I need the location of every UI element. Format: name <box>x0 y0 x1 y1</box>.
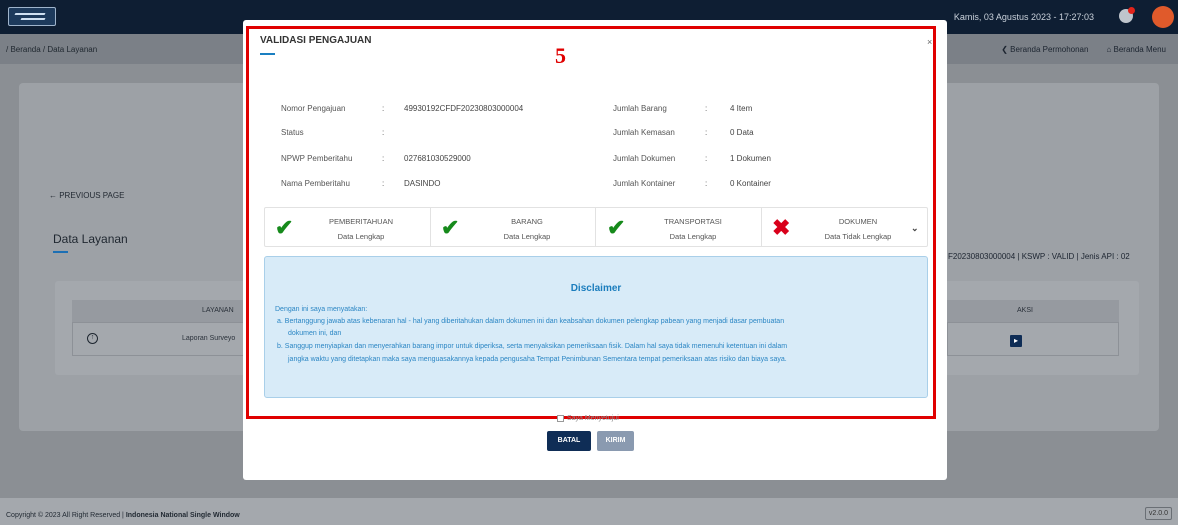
user-avatar[interactable] <box>1152 6 1174 28</box>
notification-badge <box>1128 7 1135 14</box>
table-header-layanan: LAYANAN <box>72 300 248 322</box>
agree-label: Saya Menyetujui <box>567 415 619 422</box>
version-badge: v2.0.0 <box>1144 507 1172 520</box>
previous-page-link[interactable]: ← PREVIOUS PAGE <box>49 191 124 200</box>
footer-org: Indonesia National Single Window <box>125 512 240 519</box>
annotation-highlight-box <box>246 26 936 419</box>
kirim-button[interactable]: KIRIM <box>597 431 634 451</box>
column-header: AKSI <box>1017 307 1033 314</box>
action-arrow-button[interactable]: ▸ <box>1010 335 1022 347</box>
batal-button[interactable]: BATAL <box>547 431 591 451</box>
submission-info-text: F20230803000004 | KSWP : VALID | Jenis A… <box>948 252 1130 261</box>
column-header: LAYANAN <box>202 307 234 314</box>
copyright-text: Copyright © 2023 All Right Reserved | <box>6 512 126 519</box>
app-logo[interactable] <box>8 7 56 26</box>
table-row-aksi <box>947 322 1119 356</box>
table-cell-layanan: Laporan Surveyo <box>182 335 236 342</box>
header-datetime: Kamis, 03 Agustus 2023 - 17:27:03 <box>953 12 1094 22</box>
table-header-aksi: AKSI <box>947 300 1119 322</box>
breadcrumb: / Beranda / Data Layanan <box>6 45 98 54</box>
footer-copyright: Copyright © 2023 All Right Reserved | In… <box>6 512 240 519</box>
beranda-menu-link[interactable]: ⌂ Beranda Menu <box>1106 45 1166 54</box>
arrow-up-circle-icon[interactable]: ↑ <box>87 333 98 344</box>
agree-checkbox[interactable] <box>557 415 564 422</box>
agree-checkbox-row[interactable]: Saya Menyetujui <box>557 415 619 422</box>
annotation-number: 5 <box>555 43 566 68</box>
page-title: Data Layanan <box>53 232 128 246</box>
beranda-permohonan-link[interactable]: ❮ Beranda Permohonan <box>1001 45 1088 54</box>
title-underline <box>53 251 68 253</box>
